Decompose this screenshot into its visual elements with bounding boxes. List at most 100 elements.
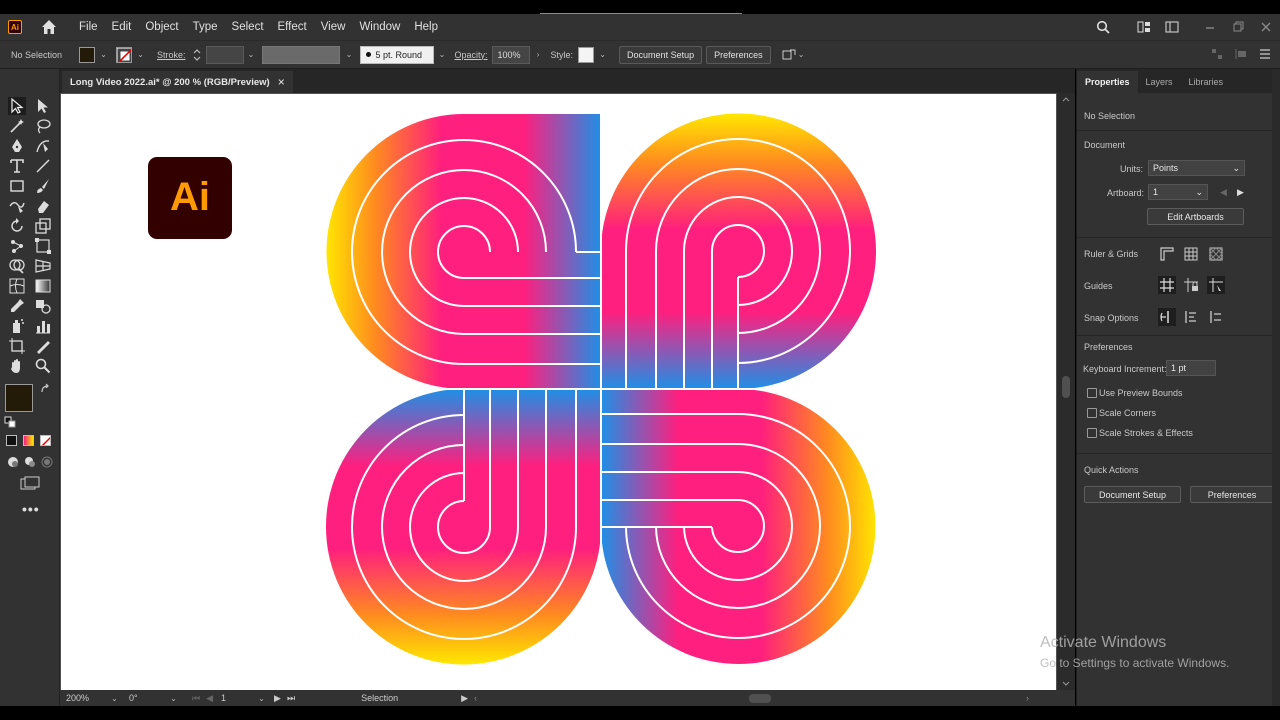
smart-guides-icon[interactable] bbox=[1207, 276, 1225, 294]
quick-document-setup-button[interactable]: Document Setup bbox=[1084, 486, 1181, 503]
paintbrush-tool[interactable] bbox=[34, 177, 52, 195]
snap-to-point-icon[interactable] bbox=[1158, 308, 1176, 326]
menu-type[interactable]: Type bbox=[186, 21, 225, 33]
scale-corners-checkbox[interactable] bbox=[1087, 408, 1097, 418]
menu-help[interactable]: Help bbox=[407, 21, 445, 33]
puppet-warp-tool[interactable] bbox=[8, 237, 26, 255]
eyedropper-tool[interactable] bbox=[8, 297, 26, 315]
horizontal-scroll-thumb[interactable] bbox=[748, 693, 771, 703]
arrange-dropdown-icon[interactable]: ⌄ bbox=[797, 50, 806, 59]
shape-builder-tool[interactable] bbox=[8, 257, 26, 275]
snap-to-pixel-icon[interactable] bbox=[1182, 308, 1200, 326]
close-window-icon[interactable] bbox=[1259, 20, 1273, 34]
hand-tool[interactable] bbox=[8, 357, 26, 375]
distribute-icon[interactable] bbox=[1234, 47, 1248, 61]
use-preview-bounds-checkbox[interactable] bbox=[1087, 388, 1097, 398]
pen-tool[interactable] bbox=[8, 137, 26, 155]
stroke-swatch[interactable] bbox=[116, 46, 132, 63]
ruler-icon[interactable] bbox=[1158, 245, 1176, 263]
tab-properties[interactable]: Properties bbox=[1077, 71, 1138, 93]
color-mode-button[interactable] bbox=[6, 435, 17, 446]
rectangle-tool[interactable] bbox=[8, 177, 26, 195]
zoom-level[interactable]: 200% bbox=[66, 693, 110, 703]
menu-file[interactable]: File bbox=[72, 21, 105, 33]
tab-layers[interactable]: Layers bbox=[1138, 71, 1181, 93]
vertical-scroll-thumb[interactable] bbox=[1062, 376, 1070, 398]
menu-edit[interactable]: Edit bbox=[105, 21, 139, 33]
home-icon[interactable] bbox=[40, 18, 58, 36]
blend-tool[interactable] bbox=[34, 297, 52, 315]
brush-definition[interactable]: 5 pt. Round bbox=[359, 45, 434, 64]
curvature-tool[interactable] bbox=[34, 137, 52, 155]
stroke-weight-input[interactable] bbox=[205, 45, 244, 64]
restore-icon[interactable] bbox=[1231, 20, 1245, 34]
gradient-mode-button[interactable] bbox=[23, 435, 34, 446]
none-mode-button[interactable] bbox=[40, 435, 51, 446]
menu-view[interactable]: View bbox=[314, 21, 353, 33]
previous-artboard-icon[interactable]: ◀ bbox=[206, 693, 213, 704]
preferences-button[interactable]: Preferences bbox=[706, 45, 771, 64]
minimize-icon[interactable] bbox=[1203, 20, 1217, 34]
quick-preferences-button[interactable]: Preferences bbox=[1190, 486, 1274, 503]
next-artboard-button-icon[interactable]: ▶ bbox=[1237, 187, 1244, 198]
fill-dropdown-icon[interactable]: ⌄ bbox=[99, 50, 108, 59]
grid-icon[interactable] bbox=[1182, 245, 1200, 263]
variable-width-profile[interactable] bbox=[261, 45, 340, 64]
zoom-dropdown-icon[interactable]: ⌄ bbox=[110, 694, 119, 703]
stroke-label[interactable]: Stroke: bbox=[157, 50, 186, 60]
units-select[interactable]: Points ⌄ bbox=[1148, 160, 1245, 176]
screen-mode-icon[interactable] bbox=[20, 476, 40, 492]
gradient-tool[interactable] bbox=[34, 277, 52, 295]
arrange-documents-icon[interactable] bbox=[1137, 20, 1151, 34]
workspace-icon[interactable] bbox=[1165, 20, 1179, 34]
keyboard-increment-input[interactable]: 1 pt bbox=[1166, 360, 1216, 376]
lock-guides-icon[interactable] bbox=[1182, 276, 1200, 294]
profile-dropdown-icon[interactable]: ⌄ bbox=[345, 50, 354, 59]
document-tab[interactable]: Long Video 2022.ai* @ 200 % (RGB/Preview… bbox=[62, 71, 293, 93]
menu-object[interactable]: Object bbox=[138, 21, 185, 33]
direct-selection-tool[interactable] bbox=[34, 97, 52, 115]
document-setup-button[interactable]: Document Setup bbox=[619, 45, 703, 64]
free-transform-tool[interactable] bbox=[34, 237, 52, 255]
menu-effect[interactable]: Effect bbox=[271, 21, 314, 33]
opacity-label[interactable]: Opacity: bbox=[455, 50, 488, 60]
edit-artboards-button[interactable]: Edit Artboards bbox=[1147, 208, 1244, 225]
line-segment-tool[interactable] bbox=[34, 157, 52, 175]
first-artboard-icon[interactable]: ⏮ bbox=[192, 693, 200, 704]
artboard-tool[interactable] bbox=[8, 337, 26, 355]
loop-knot-artwork[interactable] bbox=[61, 94, 1056, 691]
stroke-weight-stepper[interactable] bbox=[192, 47, 202, 63]
scale-tool[interactable] bbox=[34, 217, 52, 235]
swap-colors-icon[interactable] bbox=[40, 383, 52, 395]
tab-libraries[interactable]: Libraries bbox=[1181, 71, 1232, 93]
opacity-arrow-icon[interactable]: › bbox=[534, 50, 543, 59]
shaper-tool[interactable] bbox=[8, 197, 26, 215]
canvas-area[interactable]: Ai bbox=[60, 93, 1075, 691]
draw-inside-icon[interactable] bbox=[40, 455, 54, 469]
panel-menu-icon[interactable] bbox=[1258, 47, 1272, 61]
arrange-icon[interactable] bbox=[781, 47, 797, 63]
zoom-tool[interactable] bbox=[34, 357, 52, 375]
menu-select[interactable]: Select bbox=[225, 21, 271, 33]
style-dropdown-icon[interactable]: ⌄ bbox=[598, 50, 607, 59]
previous-artboard-button-icon[interactable]: ◀ bbox=[1220, 187, 1227, 198]
next-artboard-icon[interactable]: ▶ bbox=[274, 693, 281, 704]
mesh-tool[interactable] bbox=[8, 277, 26, 295]
stroke-dropdown-icon[interactable]: ⌄ bbox=[136, 50, 145, 59]
artboard-number[interactable]: 1 bbox=[221, 693, 257, 703]
magic-wand-tool[interactable] bbox=[8, 117, 26, 135]
scroll-up-icon[interactable] bbox=[1061, 95, 1071, 103]
fill-swatch[interactable] bbox=[79, 46, 95, 63]
column-graph-tool[interactable] bbox=[34, 317, 52, 335]
lasso-tool[interactable] bbox=[34, 117, 52, 135]
default-colors-icon[interactable] bbox=[4, 416, 16, 428]
opacity-input[interactable]: 100% bbox=[491, 45, 530, 64]
artboard-dropdown-icon[interactable]: ⌄ bbox=[257, 694, 266, 703]
status-menu-icon[interactable]: ▶ bbox=[461, 693, 468, 704]
type-tool[interactable] bbox=[8, 157, 26, 175]
scroll-down-icon[interactable] bbox=[1061, 680, 1071, 688]
show-guides-icon[interactable] bbox=[1158, 276, 1176, 294]
eraser-tool[interactable] bbox=[34, 197, 52, 215]
draw-behind-icon[interactable] bbox=[23, 455, 37, 469]
snap-to-glyph-icon[interactable] bbox=[1207, 308, 1225, 326]
